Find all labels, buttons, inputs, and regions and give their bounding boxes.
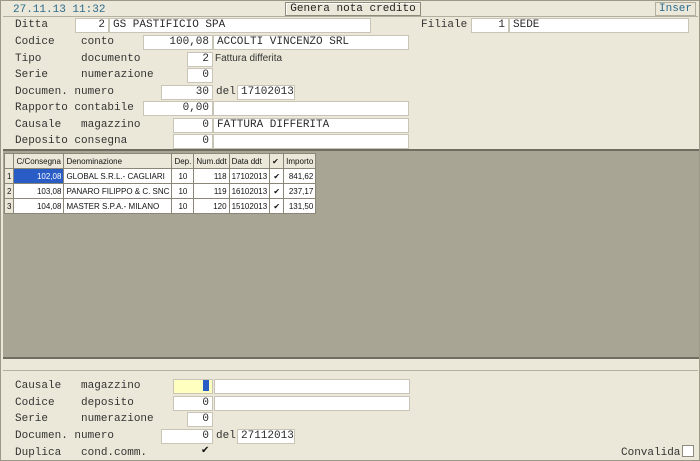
cell-num-ddt[interactable]: 120 [193,198,230,214]
cell-data-ddt[interactable]: 15102013 [228,198,271,214]
cell-check[interactable]: ✔ [269,183,285,199]
datetime-label: 27.11.13 11:32 [13,4,106,16]
cell-importo[interactable]: 131,50 [283,198,317,214]
window-frame: 27.11.13 11:32 Genera nota credito Inser… [0,0,700,461]
cell-dep[interactable]: 10 [171,183,195,199]
cell-importo[interactable]: 237,17 [283,183,317,199]
filiale-label: Filiale [421,19,468,31]
cell-data-ddt[interactable]: 17102013 [228,168,271,184]
cell-importo[interactable]: 841,62 [283,168,317,184]
codice-conto-field[interactable]: 100,08 [143,35,213,50]
codice-deposito-desc-field [214,396,410,411]
causale-magazzino-label: Causale magazzino [15,119,141,131]
filiale-code-field[interactable]: 1 [471,18,509,33]
cell-dep[interactable]: 10 [171,168,195,184]
bottom-del-label: del [216,430,236,442]
column-header-num-ddt[interactable]: Num.ddt [193,153,230,169]
table-header-row: C/Consegna Denominazione Dep. Num.ddt Da… [3,153,317,169]
causale-magazzino-field[interactable]: 0 [173,118,213,133]
cell-num-ddt[interactable]: 119 [193,183,230,199]
convalida-label: Convalida [621,447,681,459]
codice-conto-name-field: ACCOLTI VINCENZO SRL [213,35,409,50]
column-header-importo[interactable]: Importo [283,153,317,169]
cell-check[interactable]: ✔ [269,168,285,184]
table-row[interactable]: 1 102,08 GLOBAL S.R.L.- CAGLIARI 10 118 … [3,168,317,184]
duplica-cond-comm-label: Duplica cond.comm. [15,447,148,459]
bottom-causale-magazzino-label: Causale magazzino [15,380,141,392]
codice-deposito-field[interactable]: 0 [173,396,213,411]
row-number: 1 [3,168,15,184]
row-number-header [3,153,15,169]
cell-denominazione[interactable]: MASTER S.P.A.- MILANO [63,198,173,214]
ditta-label: Ditta [15,19,49,31]
rapporto-contabile-label: Rapporto contabile [15,102,134,114]
filiale-name-field: SEDE [509,18,689,33]
column-header-dep[interactable]: Dep. [171,153,195,169]
cell-denominazione[interactable]: GLOBAL S.R.L.- CAGLIARI [63,168,173,184]
column-header-denominazione[interactable]: Denominazione [63,153,173,169]
row-number: 3 [3,198,15,214]
documen-numero-field[interactable]: 30 [161,85,213,100]
deposito-consegna-desc-field [213,134,409,149]
bottom-documen-numero-field[interactable]: 0 [161,429,213,444]
cell-consegna[interactable]: 102,08 [13,168,65,184]
tipo-documento-field[interactable]: 2 [187,52,213,67]
column-header-consegna[interactable]: C/Consegna [13,153,65,169]
convalida-checkbox[interactable] [682,445,694,457]
codice-deposito-label: Codice deposito [15,397,134,409]
serie-numerazione-label: Serie numerazione [15,69,154,81]
bottom-documen-numero-label: Documen. numero [15,430,115,442]
row-number: 2 [3,183,15,199]
column-header-data-ddt[interactable]: Data ddt [228,153,271,169]
ditta-code-field[interactable]: 2 [75,18,109,33]
deposito-consegna-field[interactable]: 0 [173,134,213,149]
text-cursor [203,380,209,391]
tipo-documento-desc: Fattura differita [215,53,283,64]
documen-numero-label: Documen. numero [15,86,115,98]
deposito-consegna-label: Deposito consegna [15,135,128,147]
bottom-causale-magazzino-desc-field [214,379,410,394]
grid-area: C/Consegna Denominazione Dep. Num.ddt Da… [3,149,699,359]
genera-nota-credito-button[interactable]: Genera nota credito [285,2,421,16]
bottom-serie-numerazione-field[interactable]: 0 [187,412,213,427]
cell-consegna[interactable]: 104,08 [13,198,65,214]
header-separator [3,16,698,17]
cell-denominazione[interactable]: PANARO FILIPPO & C. SNC [63,183,173,199]
codice-conto-label: Codice conto [15,36,115,48]
column-header-check[interactable]: ✔ [269,153,285,169]
ditta-name-field: GS PASTIFICIO SPA [109,18,371,33]
table-row[interactable]: 2 103,08 PANARO FILIPPO & C. SNC 10 119 … [3,183,317,199]
del-label: del [216,86,236,98]
tipo-documento-label: Tipo documento [15,53,141,65]
rapporto-contabile-desc-field [213,101,409,116]
insert-mode-indicator: Inser [655,2,697,16]
cell-data-ddt[interactable]: 16102013 [228,183,271,199]
table-row[interactable]: 3 104,08 MASTER S.P.A.- MILANO 10 120 15… [3,198,317,214]
bottom-separator [3,370,698,371]
rapporto-contabile-field[interactable]: 0,00 [143,101,213,116]
cell-check[interactable]: ✔ [269,198,285,214]
consegne-table: C/Consegna Denominazione Dep. Num.ddt Da… [3,153,317,214]
bottom-serie-numerazione-label: Serie numerazione [15,413,154,425]
cell-dep[interactable]: 10 [171,198,195,214]
cell-num-ddt[interactable]: 118 [193,168,230,184]
duplica-checkbox[interactable]: ✔ [201,445,209,456]
bottom-causale-magazzino-field[interactable] [173,379,213,394]
cell-consegna[interactable]: 103,08 [13,183,65,199]
causale-magazzino-desc-field: FATTURA DIFFERITA [213,118,409,133]
serie-numerazione-field[interactable]: 0 [187,68,213,83]
bottom-documen-date-field[interactable]: 27112013 [237,429,295,444]
documen-date-field[interactable]: 17102013 [237,85,295,100]
